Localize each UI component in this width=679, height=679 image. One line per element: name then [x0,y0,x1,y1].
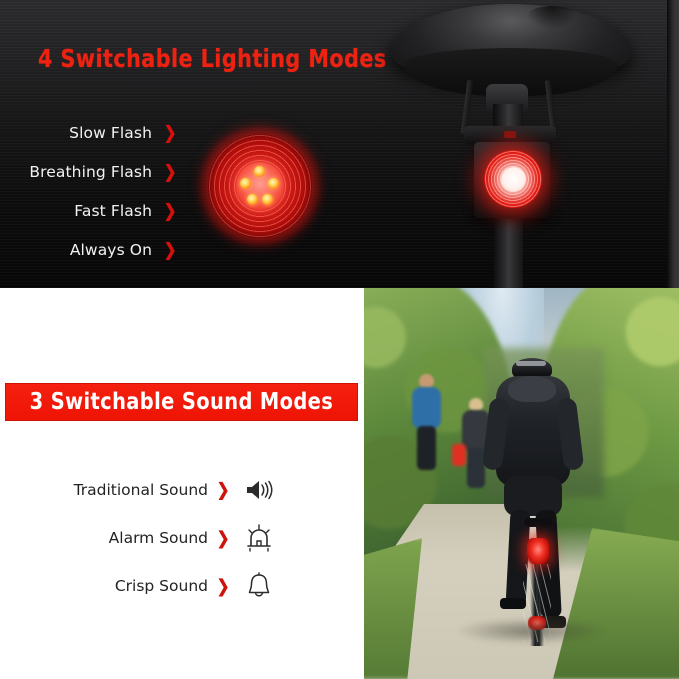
sound-label: Crisp Sound [114,577,208,595]
jacket-hood [508,376,556,402]
led-dot [268,178,279,189]
lighting-modes-section: 4 Switchable Lighting Modes Slow Flash ❯… [0,0,679,288]
lighting-modes-list: Slow Flash ❯ Breathing Flash ❯ Fast Flas… [20,118,180,274]
ground-shadow [456,618,606,644]
product-infographic: 4 Switchable Lighting Modes Slow Flash ❯… [0,0,679,679]
sound-modes-heading: 3 Switchable Sound Modes [29,389,334,415]
mode-label: Always On [69,241,152,259]
jogger-legs [417,426,436,470]
chevron-right-icon: ❯ [216,528,230,549]
red-accent-blur [452,444,466,466]
saddle-center-groove [526,6,578,28]
bracket-red-accent [504,131,516,138]
glowing-red-taillight-lens [197,126,323,246]
cyclist-figure [481,358,588,648]
sound-label: Alarm Sound [108,529,208,547]
chevron-right-icon: ❯ [163,162,177,182]
bike-saddle-with-taillight [352,0,679,288]
mode-row-always-on[interactable]: Always On ❯ [20,235,180,265]
led-dot [254,166,265,177]
sound-row-crisp[interactable]: Crisp Sound ❯ [40,562,280,610]
mode-label: Slow Flash [69,124,152,142]
mode-row-fast-flash[interactable]: Fast Flash ❯ [20,196,180,226]
lighting-modes-heading: 4 Switchable Lighting Modes [38,44,387,73]
mode-row-slow-flash[interactable]: Slow Flash ❯ [20,118,180,148]
chevron-right-icon: ❯ [216,480,230,501]
speaker-waves-icon [238,477,280,503]
mode-label: Fast Flash [74,202,152,220]
led-dot [247,194,258,205]
mode-label: Breathing Flash [29,163,152,181]
chevron-right-icon: ❯ [163,123,177,143]
sound-label: Traditional Sound [73,481,208,499]
sound-row-traditional[interactable]: Traditional Sound ❯ [40,466,280,514]
sound-row-alarm[interactable]: Alarm Sound ❯ [40,514,280,562]
mounted-taillight-glow [527,538,549,564]
chevron-right-icon: ❯ [163,240,177,260]
sound-modes-banner: 3 Switchable Sound Modes [5,383,358,421]
led-dot [262,194,273,205]
panel-right-edge [667,0,679,288]
cyclist-on-gravel-path [364,288,679,679]
lamp-lens-rings [208,134,312,238]
chevron-right-icon: ❯ [163,201,177,221]
helmet-vent [516,361,546,366]
jogger-blue [408,374,444,470]
cyclist-hips [504,476,562,516]
mode-row-breathing-flash[interactable]: Breathing Flash ❯ [20,157,180,187]
jogger-torso [412,387,441,429]
bell-icon [238,572,280,600]
sound-modes-list: Traditional Sound ❯ Alarm Sound ❯ Crisp … [40,466,280,610]
chevron-right-icon: ❯ [216,576,230,597]
alarm-siren-icon [238,524,280,552]
taillight-bright-center [501,167,526,192]
lamp-inner-disc [236,162,284,210]
led-dot [240,178,251,189]
bicycle-saddle-small [524,518,552,527]
